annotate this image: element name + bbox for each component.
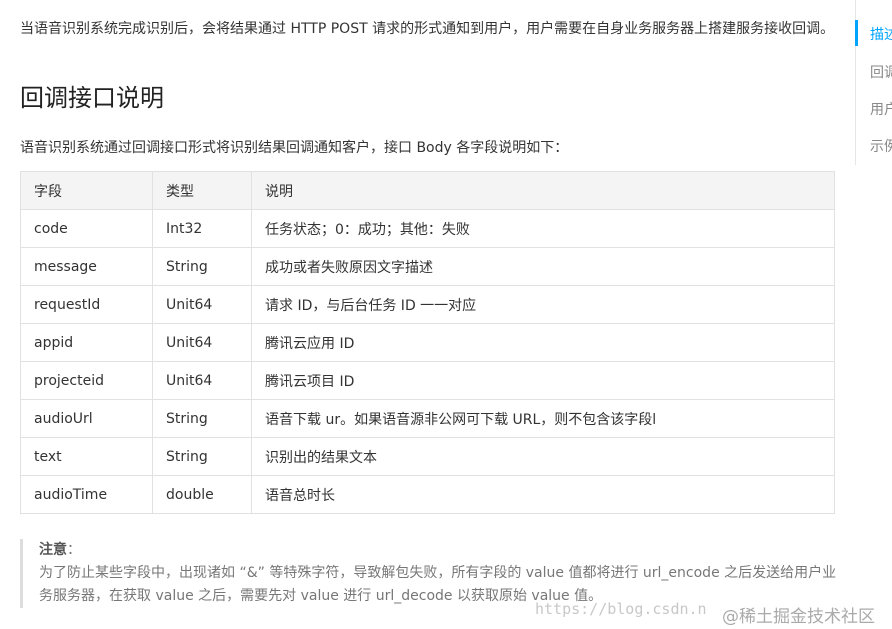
section-description: 语音识别系统通过回调接口形式将识别结果回调通知客户，接口 Body 各字段说明如… — [20, 140, 569, 156]
cell-type: Unit64 — [152, 285, 252, 324]
cell-description: 语音下载 ur。如果语音源非公网可下载 URL，则不包含该字段l — [251, 399, 835, 438]
table-row: text String 识别出的结果文本 — [20, 437, 835, 476]
cell-description: 腾讯云项目 ID — [251, 361, 835, 400]
table-row: projecteid Unit64 腾讯云项目 ID — [20, 361, 835, 400]
note-colon: ： — [67, 542, 81, 558]
toc-active-indicator — [855, 20, 858, 46]
table-row: audioUrl String 语音下载 ur。如果语音源非公网可下载 URL，… — [20, 399, 835, 438]
toc-item-description[interactable]: 描述 — [870, 24, 892, 44]
table-header-row: 字段 类型 说明 — [20, 171, 835, 210]
cell-description: 请求 ID，与后台任务 ID 一一对应 — [251, 285, 835, 324]
cell-type: Int32 — [152, 209, 252, 248]
cell-field: code — [20, 209, 153, 248]
table-row: audioTime double 语音总时长 — [20, 475, 835, 514]
table-row: message String 成功或者失败原因文字描述 — [20, 247, 835, 286]
table-row: requestId Unit64 请求 ID，与后台任务 ID 一一对应 — [20, 285, 835, 324]
cell-field: requestId — [20, 285, 153, 324]
cell-field: audioTime — [20, 475, 153, 514]
cell-type: double — [152, 475, 252, 514]
header-field: 字段 — [20, 171, 153, 210]
cell-description: 成功或者失败原因文字描述 — [251, 247, 835, 286]
cell-type: Unit64 — [152, 323, 252, 362]
fields-table: 字段 类型 说明 code Int32 任务状态；0：成功；其他：失败 mess… — [20, 171, 835, 514]
cell-type: String — [152, 437, 252, 476]
cell-type: String — [152, 247, 252, 286]
toc-item-callback[interactable]: 回调 — [870, 62, 892, 82]
table-row: code Int32 任务状态；0：成功；其他：失败 — [20, 209, 835, 248]
cell-description: 识别出的结果文本 — [251, 437, 835, 476]
section-title: 回调接口说明 — [20, 84, 164, 112]
cell-field: projecteid — [20, 361, 153, 400]
cell-field: audioUrl — [20, 399, 153, 438]
cell-field: text — [20, 437, 153, 476]
note-title-line: 注意： — [39, 539, 839, 562]
cell-type: String — [152, 399, 252, 438]
toc-item-user[interactable]: 用户 — [870, 99, 892, 119]
note-callout: 注意： 为了防止某些字段中，出现诸如 “&” 等特殊字符，导致解包失败，所有字段… — [20, 539, 839, 608]
note-line-1: 为了防止某些字段中，出现诸如 “&” 等特殊字符，导致解包失败，所有字段的 va… — [39, 565, 837, 581]
table-of-contents: 描述 回调 用户 示例 — [855, 0, 892, 165]
header-type: 类型 — [152, 171, 252, 210]
toc-item-example[interactable]: 示例 — [870, 136, 892, 156]
cell-description: 腾讯云应用 ID — [251, 323, 835, 362]
note-line-2: 务服务器，在获取 value 之后，需要先对 value 进行 url_deco… — [39, 588, 603, 604]
cell-field: message — [20, 247, 153, 286]
watermark-logo: @稀土掘金技术社区 — [722, 607, 875, 627]
intro-paragraph: 当语音识别系统完成识别后，会将结果通过 HTTP POST 请求的形式通知到用户… — [20, 21, 835, 37]
watermark-url: https://blog.csdn.n — [535, 600, 707, 618]
cell-field: appid — [20, 323, 153, 362]
note-title: 注意 — [39, 542, 67, 558]
cell-type: Unit64 — [152, 361, 252, 400]
table-row: appid Unit64 腾讯云应用 ID — [20, 323, 835, 362]
cell-description: 任务状态；0：成功；其他：失败 — [251, 209, 835, 248]
header-description: 说明 — [251, 171, 835, 210]
cell-description: 语音总时长 — [251, 475, 835, 514]
